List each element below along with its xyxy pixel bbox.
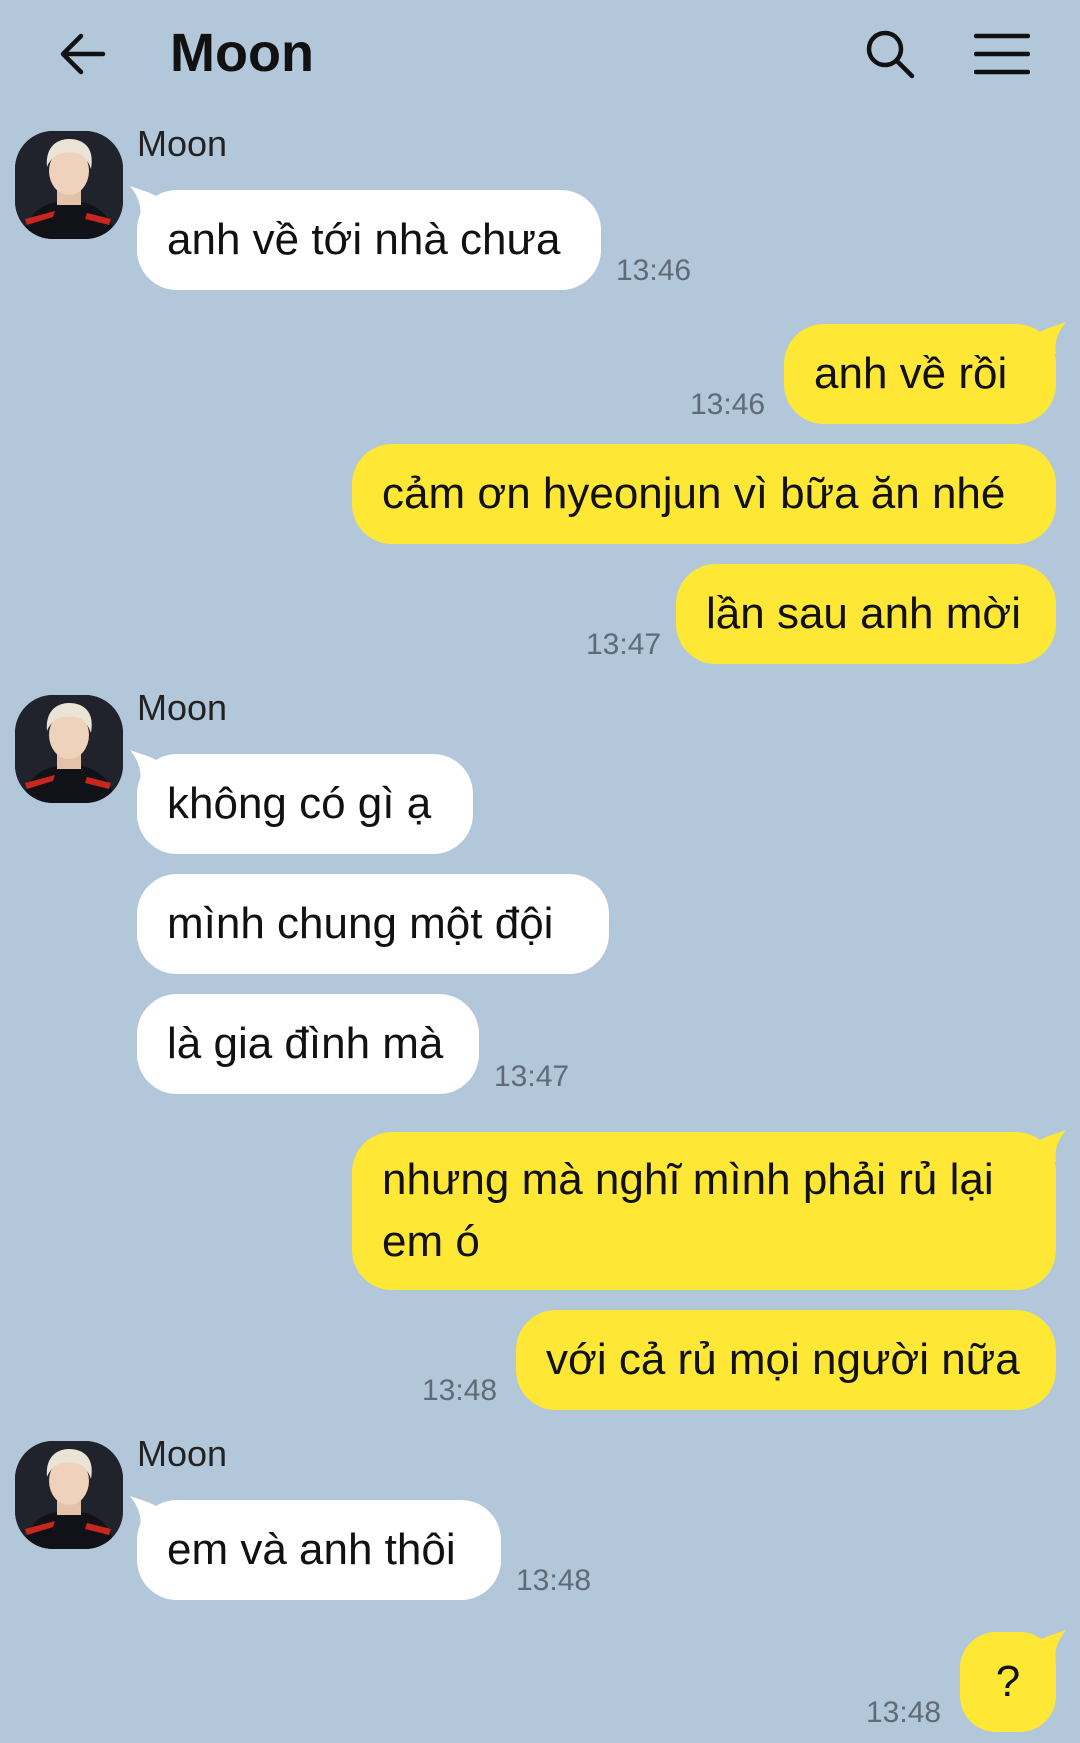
search-icon: [866, 30, 915, 79]
message-time: 13:48: [516, 1564, 592, 1597]
arrow-left-icon: [60, 33, 106, 75]
avatar[interactable]: [15, 131, 123, 239]
message-text: lần sau anh mời: [706, 589, 1022, 638]
message-text: với cả rủ mọi người nữa: [546, 1335, 1020, 1384]
message-bubble[interactable]: ?: [960, 1632, 1056, 1732]
hamburger-menu-icon: [974, 33, 1030, 75]
message-time: 13:47: [586, 628, 662, 661]
message-time: 13:46: [690, 388, 766, 421]
sender-name: Moon: [137, 1433, 228, 1474]
message-bubble[interactable]: không có gì ạ: [137, 754, 473, 854]
message-text: không có gì ạ: [167, 779, 432, 828]
sender-name: Moon: [137, 687, 228, 728]
chat-title: Moon: [170, 23, 314, 83]
avatar[interactable]: [15, 695, 123, 803]
message-text: ?: [995, 1657, 1021, 1706]
message-bubble[interactable]: anh về tới nhà chưa: [137, 190, 601, 290]
message-bubble[interactable]: là gia đình mà: [137, 994, 479, 1094]
profile-photo-avatar: [15, 131, 123, 239]
message-bubble[interactable]: với cả rủ mọi người nữa: [516, 1310, 1056, 1410]
menu-button[interactable]: [970, 22, 1034, 86]
message-bubble[interactable]: cảm ơn hyeonjun vì bữa ăn nhé: [352, 444, 1056, 544]
message-time: 13:48: [866, 1696, 942, 1729]
message-text: là gia đình mà: [167, 1019, 444, 1068]
message-text: mình chung một đội: [167, 899, 554, 948]
message-bubble[interactable]: anh về rồi: [784, 324, 1056, 424]
message-time: 13:48: [422, 1374, 498, 1407]
search-button[interactable]: [858, 22, 922, 86]
message-time: 13:46: [616, 254, 692, 287]
message-bubble[interactable]: mình chung một đội: [137, 874, 609, 974]
avatar[interactable]: [15, 1441, 123, 1549]
message-bubble[interactable]: lần sau anh mời: [676, 564, 1056, 664]
back-button[interactable]: [52, 24, 112, 84]
message-bubble[interactable]: em và anh thôi: [137, 1500, 501, 1600]
sender-name: Moon: [137, 123, 228, 164]
message-time: 13:47: [494, 1060, 570, 1093]
message-text: nhưng mà nghĩ mình phải rủ lại em ó: [382, 1155, 994, 1266]
profile-photo-avatar: [15, 1441, 123, 1549]
message-bubble[interactable]: nhưng mà nghĩ mình phải rủ lại em ó: [352, 1132, 1056, 1290]
message-text: cảm ơn hyeonjun vì bữa ăn nhé: [382, 469, 1006, 518]
message-text: anh về rồi: [814, 349, 1008, 398]
message-text: anh về tới nhà chưa: [167, 215, 561, 264]
chat-header: Moon: [0, 0, 1080, 108]
message-text: em và anh thôi: [167, 1525, 456, 1574]
profile-photo-avatar: [15, 695, 123, 803]
